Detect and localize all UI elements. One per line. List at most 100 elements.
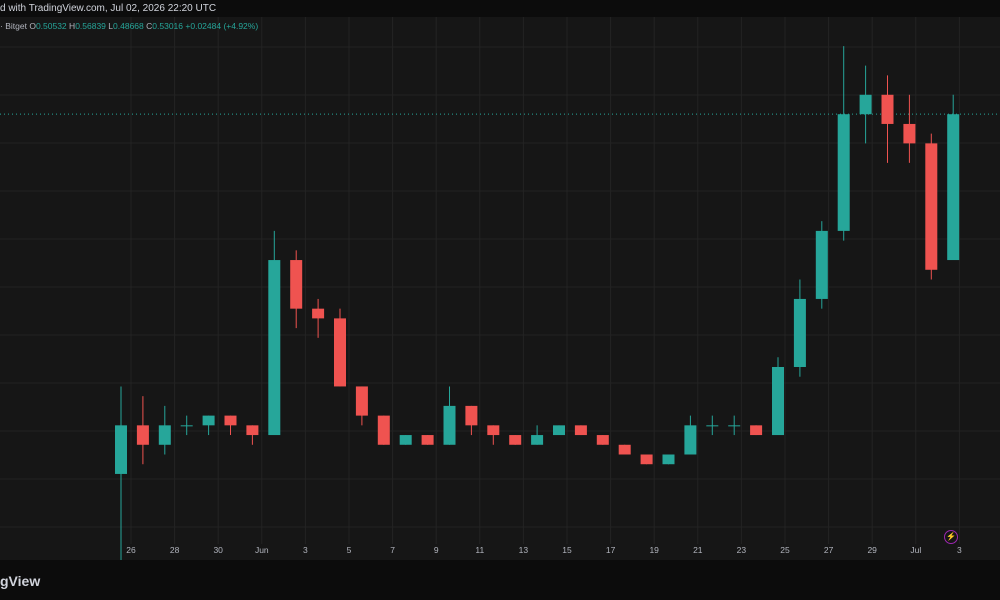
candle bbox=[421, 435, 434, 445]
candle-body bbox=[793, 298, 806, 367]
chart-source-text: d with TradingView.com, Jul 02, 2026 22:… bbox=[0, 3, 217, 14]
x-tick-label: 26 bbox=[126, 545, 136, 555]
candle-body bbox=[859, 94, 872, 115]
candle bbox=[377, 415, 390, 445]
candle-body bbox=[136, 425, 149, 445]
candle-body bbox=[312, 308, 325, 319]
candle-body bbox=[574, 425, 587, 436]
x-tick-label: 25 bbox=[780, 545, 790, 555]
price-chart[interactable]: 262830Jun357911131517192123252729Jul35 bbox=[0, 17, 1000, 581]
x-tick-label: 28 bbox=[170, 545, 180, 555]
candle bbox=[487, 425, 500, 445]
candle-body bbox=[618, 444, 631, 455]
candle-body bbox=[421, 435, 434, 445]
candle bbox=[334, 308, 346, 387]
x-tick-label: 11 bbox=[475, 545, 484, 555]
low-value: 0.48668 bbox=[113, 21, 144, 31]
candle-body bbox=[202, 415, 215, 426]
candle-body bbox=[815, 230, 828, 299]
candle-body bbox=[377, 415, 390, 445]
candle bbox=[815, 221, 828, 309]
candle-body bbox=[947, 114, 960, 261]
high-value: 0.56839 bbox=[75, 21, 106, 31]
ohlc-legend: · Bitget O0.50532 H0.56839 L0.48668 C0.5… bbox=[0, 21, 258, 31]
grid-lines bbox=[0, 17, 1000, 544]
x-tick-label: 30 bbox=[213, 545, 223, 555]
candle bbox=[750, 425, 763, 436]
candle bbox=[246, 425, 259, 445]
candle-body bbox=[224, 415, 237, 426]
open-label: O bbox=[29, 21, 36, 31]
candle bbox=[903, 94, 916, 163]
candle bbox=[553, 425, 565, 436]
x-tick-label: 29 bbox=[867, 545, 877, 555]
x-tick-label: 3 bbox=[957, 545, 962, 555]
candle-body bbox=[487, 425, 500, 436]
candle-body bbox=[268, 260, 281, 436]
x-tick-label: 7 bbox=[390, 545, 395, 555]
candle bbox=[772, 357, 784, 436]
candle bbox=[115, 386, 127, 581]
x-tick-label: Jun bbox=[255, 545, 269, 555]
candle-body bbox=[290, 260, 303, 309]
candle bbox=[180, 415, 193, 436]
candle-body bbox=[903, 123, 916, 144]
candle bbox=[706, 415, 719, 436]
candle-body bbox=[443, 405, 456, 445]
candle bbox=[158, 405, 171, 455]
x-tick-label: 13 bbox=[519, 545, 529, 555]
candle-body bbox=[925, 143, 938, 270]
candle-body bbox=[509, 435, 522, 445]
lightning-icon[interactable]: ⚡ bbox=[944, 530, 958, 544]
candle bbox=[290, 250, 303, 329]
candle bbox=[202, 415, 215, 436]
candle bbox=[509, 435, 522, 445]
candles bbox=[115, 46, 960, 581]
x-tick-label: 21 bbox=[693, 545, 703, 555]
candle-body bbox=[334, 318, 346, 387]
candle bbox=[640, 454, 653, 465]
candle bbox=[355, 386, 368, 426]
candle bbox=[947, 94, 960, 261]
x-tick-label: 15 bbox=[562, 545, 572, 555]
change-value: +0.02484 (+4.92%) bbox=[185, 21, 259, 31]
candle-body bbox=[180, 425, 193, 427]
candle bbox=[531, 425, 544, 445]
candle-body bbox=[355, 386, 368, 416]
candle bbox=[684, 415, 697, 455]
candle-body bbox=[246, 425, 259, 436]
candle-body bbox=[115, 425, 127, 474]
x-tick-label: Jul bbox=[910, 545, 921, 555]
candle bbox=[312, 298, 325, 338]
bottom-bar: gView bbox=[0, 560, 1000, 600]
candle-body bbox=[772, 367, 784, 436]
x-axis-ticks: 262830Jun357911131517192123252729Jul35 bbox=[126, 545, 962, 555]
chart-area[interactable]: 262830Jun357911131517192123252729Jul35 bbox=[0, 17, 1000, 581]
candle bbox=[793, 279, 806, 377]
candle bbox=[268, 230, 281, 436]
brand-logo-text: gView bbox=[0, 573, 41, 589]
candle-body bbox=[881, 94, 894, 124]
candle bbox=[224, 415, 237, 436]
symbol-label: · Bitget bbox=[0, 21, 27, 31]
candle-body bbox=[531, 435, 544, 445]
close-value: 0.53016 bbox=[152, 21, 184, 31]
x-tick-label: 5 bbox=[347, 545, 352, 555]
candle-body bbox=[640, 454, 653, 465]
x-tick-label: 19 bbox=[649, 545, 659, 555]
candle-body bbox=[158, 425, 171, 445]
candle bbox=[925, 133, 938, 280]
candle-body bbox=[684, 425, 697, 455]
candle bbox=[618, 444, 631, 455]
candle-body bbox=[399, 435, 412, 445]
x-tick-label: 23 bbox=[737, 545, 747, 555]
candle bbox=[399, 435, 412, 445]
candle bbox=[136, 396, 149, 465]
candle bbox=[596, 435, 609, 445]
candle bbox=[728, 415, 741, 436]
x-tick-label: 3 bbox=[303, 545, 308, 555]
top-bar: d with TradingView.com, Jul 02, 2026 22:… bbox=[0, 0, 1000, 17]
candle bbox=[837, 46, 850, 241]
candle-body bbox=[837, 114, 850, 231]
candle bbox=[574, 425, 587, 436]
